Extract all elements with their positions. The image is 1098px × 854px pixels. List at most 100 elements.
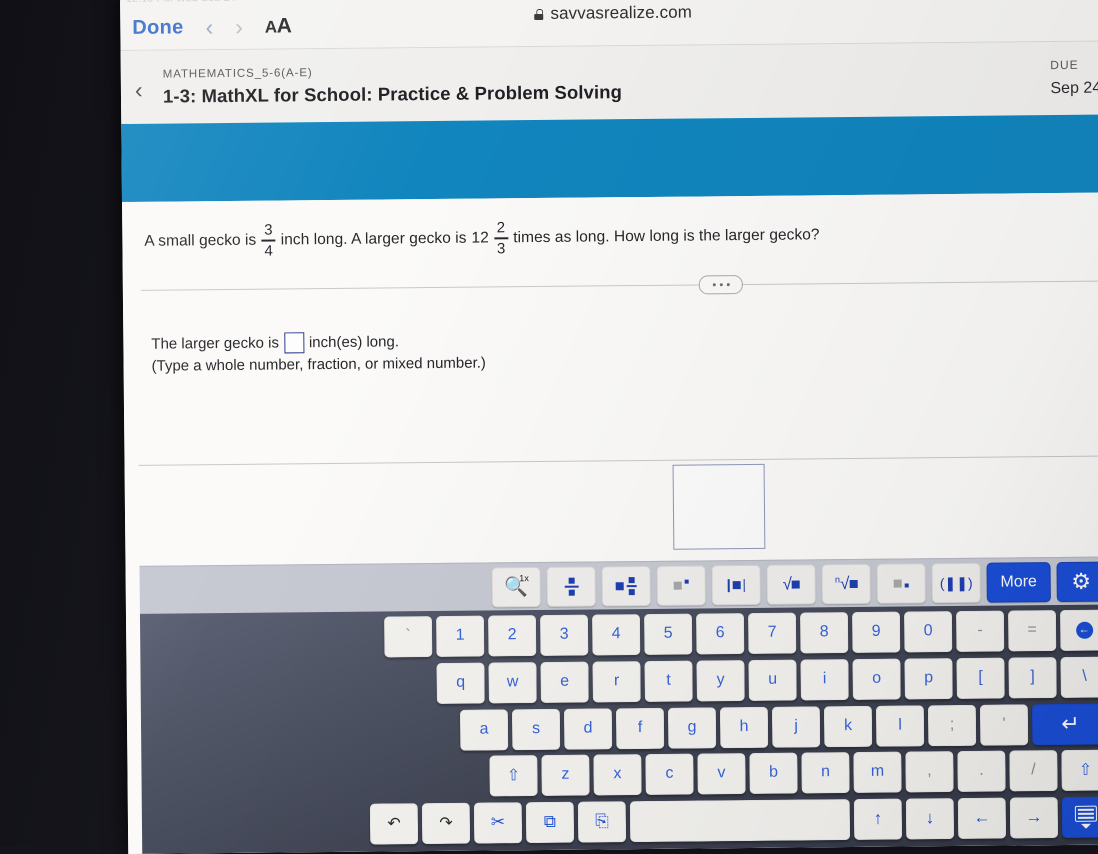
key-m[interactable]: m — [853, 751, 902, 793]
key-k[interactable]: k — [823, 705, 873, 747]
key-t[interactable]: t — [644, 660, 693, 702]
nth-root-icon[interactable]: n√ — [821, 563, 871, 605]
key-w[interactable]: w — [488, 661, 537, 703]
zoom-exponent-icon[interactable]: 🔍 1x — [491, 566, 541, 608]
key-8[interactable]: 8 — [799, 611, 849, 653]
square-root-icon[interactable]: √ — [766, 564, 816, 605]
key-bracket-left[interactable]: [ — [956, 657, 1005, 699]
key-4[interactable]: 4 — [591, 613, 641, 655]
keyboard-row-shift: ⇧ z x c v b n m , . / ⇧ — [141, 749, 1098, 799]
ellipsis-icon[interactable] — [698, 275, 743, 295]
due-label: DUE — [1050, 57, 1079, 73]
arrow-up-key[interactable]: ↑ — [853, 798, 903, 840]
math-entry-box[interactable] — [672, 463, 766, 550]
return-key[interactable]: ↵ — [1031, 703, 1098, 745]
fraction-bar — [494, 237, 509, 240]
key-equals[interactable]: = — [1007, 609, 1057, 652]
arrow-down-icon: ↓ — [925, 808, 935, 828]
key-5[interactable]: 5 — [643, 613, 693, 655]
key-j[interactable]: j — [771, 705, 821, 748]
key-period[interactable]: . — [957, 750, 1006, 792]
key-f[interactable]: f — [615, 707, 665, 749]
question-text: A small gecko is 3 4 inch long. A larger… — [144, 217, 820, 259]
key-9[interactable]: 9 — [851, 611, 901, 653]
subscript-icon[interactable] — [876, 563, 926, 604]
key-g[interactable]: g — [667, 706, 717, 749]
key-comma[interactable]: , — [905, 750, 954, 792]
fraction-three-fourths: 3 4 — [261, 221, 276, 259]
radicand-box — [791, 580, 800, 589]
key-o[interactable]: o — [852, 658, 901, 700]
backspace-key[interactable]: ← — [1059, 609, 1098, 651]
key-d[interactable]: d — [563, 707, 613, 750]
key-6[interactable]: 6 — [695, 612, 745, 654]
key-backslash[interactable]: \ — [1060, 656, 1098, 698]
address-bar[interactable]: savvasrealize.com — [120, 0, 1098, 28]
square-root-glyph: √ — [782, 575, 800, 595]
absolute-value-icon[interactable] — [711, 564, 761, 606]
key-p[interactable]: p — [904, 657, 953, 699]
cut-key[interactable]: ✂ — [473, 801, 523, 844]
return-icon: ↵ — [1061, 710, 1080, 736]
interval-notation-icon[interactable]: (❚❚) — [931, 562, 981, 604]
key-h[interactable]: h — [719, 706, 769, 748]
key-1[interactable]: 1 — [435, 615, 485, 657]
key-z[interactable]: z — [541, 754, 590, 796]
key-backtick[interactable]: ` — [383, 615, 433, 657]
key-3[interactable]: 3 — [539, 614, 589, 656]
assignment-back-icon[interactable]: ‹ — [135, 77, 143, 103]
key-a[interactable]: a — [459, 708, 509, 751]
key-7[interactable]: 7 — [747, 612, 797, 654]
key-y[interactable]: y — [696, 659, 745, 701]
exponent-icon[interactable] — [656, 565, 706, 606]
undo-key[interactable]: ↶ — [369, 802, 419, 845]
fraction-icon[interactable] — [546, 566, 596, 607]
redo-icon: ↷ — [439, 814, 453, 832]
mixed-number-icon[interactable] — [601, 565, 651, 607]
key-apostrophe[interactable]: ' — [979, 703, 1029, 746]
shift-key-right[interactable]: ⇧ — [1061, 749, 1098, 791]
arrow-left-key[interactable]: ← — [957, 797, 1007, 839]
key-r[interactable]: r — [592, 660, 641, 702]
key-bracket-right[interactable]: ] — [1008, 656, 1057, 699]
arrow-down-key[interactable]: ↓ — [905, 797, 955, 839]
paste-key[interactable]: ⎘ — [577, 800, 627, 843]
key-x[interactable]: x — [593, 753, 642, 795]
key-slash[interactable]: / — [1009, 749, 1058, 791]
fraction-bar-glyph — [626, 585, 637, 587]
answer-hint: (Type a whole number, fraction, or mixed… — [151, 354, 486, 375]
hide-keyboard-key[interactable] — [1061, 796, 1098, 838]
key-n[interactable]: n — [801, 751, 850, 793]
key-b[interactable]: b — [749, 752, 798, 794]
fraction-glyph — [564, 577, 579, 596]
space-key[interactable] — [629, 798, 851, 842]
arrow-right-key[interactable]: → — [1009, 796, 1059, 838]
settings-gear-icon[interactable]: ⚙ — [1056, 561, 1098, 603]
key-minus[interactable]: - — [955, 610, 1005, 652]
answer-input[interactable] — [283, 332, 305, 354]
redo-key[interactable]: ↷ — [421, 802, 471, 844]
gear-glyph: ⚙ — [1071, 568, 1092, 594]
key-0[interactable]: 0 — [903, 610, 953, 653]
ellipsis-dot — [712, 283, 716, 287]
shift-key-left[interactable]: ⇧ — [489, 754, 538, 796]
radical-sign: n√ — [834, 574, 850, 594]
keyboard-row-numbers: ` 1 2 3 4 5 6 7 8 9 0 - = ← — [140, 609, 1098, 659]
key-q[interactable]: q — [436, 662, 485, 704]
key-l[interactable]: l — [875, 704, 925, 747]
key-e[interactable]: e — [540, 661, 589, 703]
fraction-denominator-box — [568, 589, 575, 596]
key-semicolon[interactable]: ; — [927, 704, 977, 746]
key-u[interactable]: u — [748, 659, 797, 701]
fraction-numerator: 3 — [264, 221, 273, 239]
key-c[interactable]: c — [645, 753, 694, 795]
key-s[interactable]: s — [511, 708, 561, 750]
key-i[interactable]: i — [800, 658, 849, 700]
copy-key[interactable]: ⧉ — [525, 801, 575, 843]
key-2[interactable]: 2 — [487, 614, 537, 656]
fraction-numerator-box — [568, 577, 575, 584]
more-button[interactable]: More — [986, 562, 1051, 603]
key-v[interactable]: v — [697, 752, 746, 794]
whole-part-box — [615, 582, 624, 591]
keyboard-glyph — [1074, 805, 1097, 822]
